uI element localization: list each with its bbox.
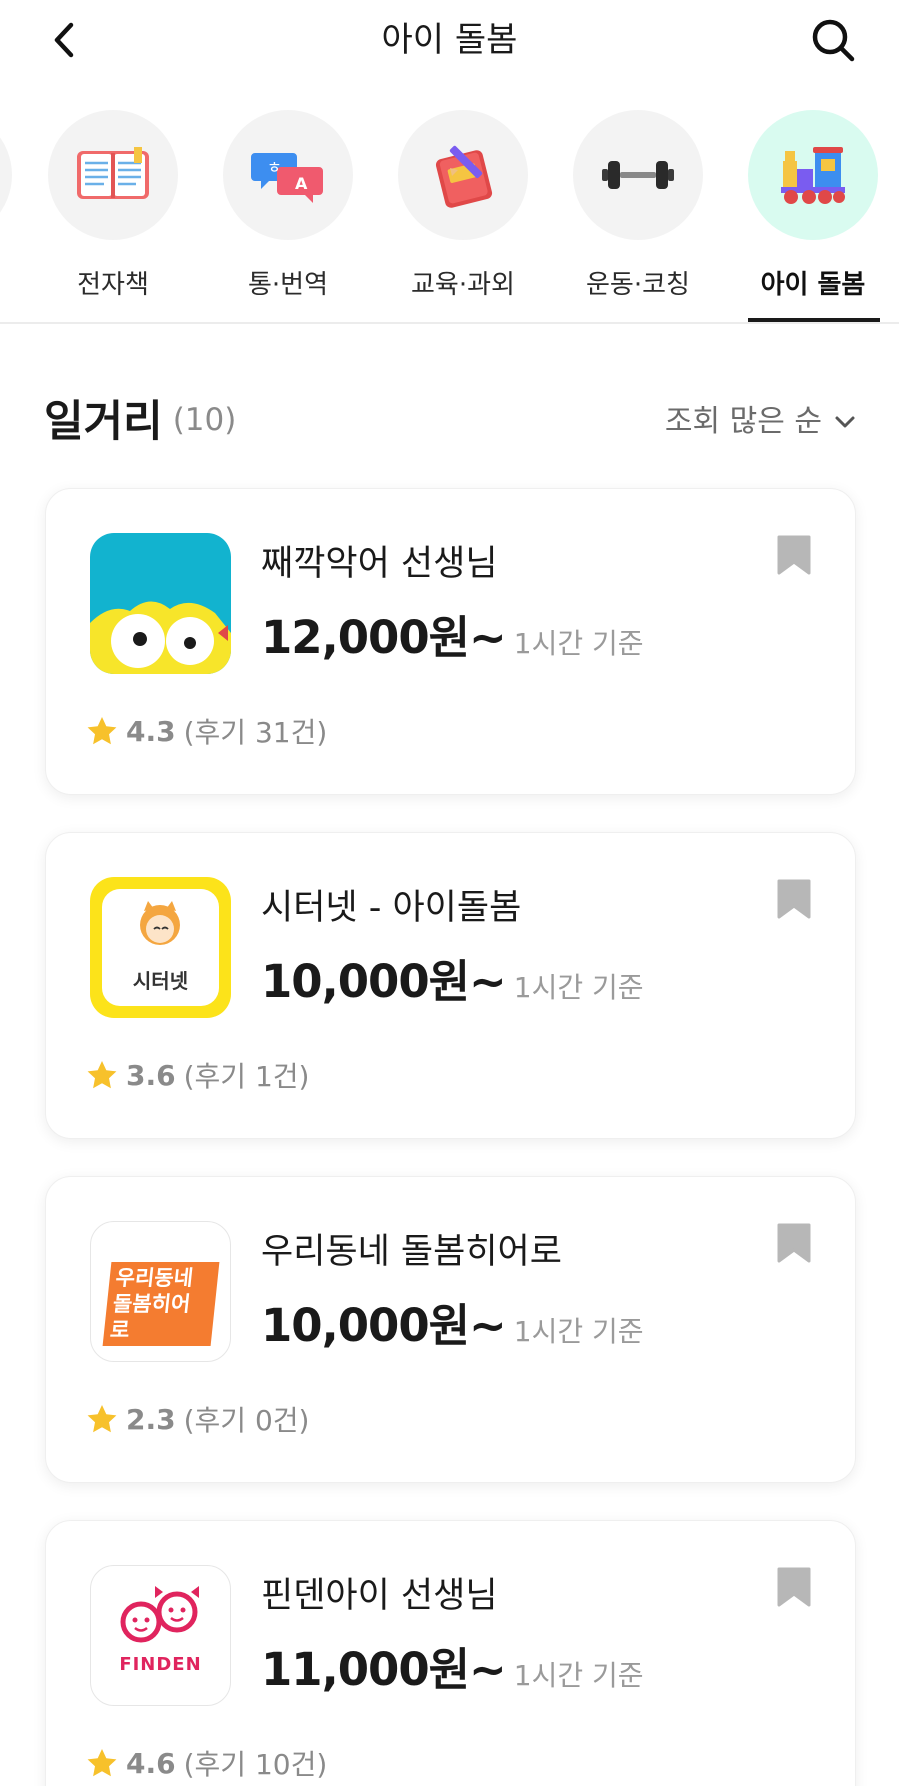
section-header: 일거리 (10) 조회 많은 순 (44, 394, 856, 450)
education-icon (435, 145, 493, 208)
rating-value: 4.3 (126, 714, 176, 748)
sort-label: 조회 많은 순 (664, 404, 822, 439)
review-count: (후기 31건) (183, 716, 328, 749)
bookmark-icon[interactable] (775, 533, 813, 577)
category-label: 아이 돌봄 (760, 270, 866, 300)
listing-logo: 시터넷 (90, 877, 231, 1018)
listing-price: 10,000원~ (261, 955, 507, 1008)
bookmark-icon[interactable] (775, 1565, 813, 1609)
book-icon (77, 147, 149, 199)
listing-logo: FINDEN (90, 1565, 231, 1706)
crocodile-logo (90, 533, 231, 674)
category-label: 전자책 (77, 270, 149, 300)
toy-train-icon (781, 147, 845, 204)
rating-value: 4.6 (126, 1746, 176, 1780)
section-count: (10) (172, 402, 237, 438)
listing-name: 째깍악어 선생님 (261, 544, 498, 584)
category-label: 통·번역 (247, 270, 329, 300)
review-count: (후기 0건) (183, 1404, 310, 1437)
star-icon (87, 1061, 117, 1089)
logo-text: 시터넷 (132, 969, 189, 993)
listing-logo: 우리동네 돌봄히어로 (90, 1221, 231, 1362)
category-item-translation[interactable]: ㅎ A 통·번역 (223, 110, 353, 322)
category-label: 교육·과외 (411, 270, 515, 300)
sort-dropdown[interactable]: 조회 많은 순 (665, 402, 856, 442)
logo-text: 우리동네 돌봄히어로 (102, 1262, 220, 1346)
listing-price: 11,000원~ (261, 1643, 507, 1696)
listing-card[interactable]: FINDEN 핀덴아이 선생님 11,000원~ 1시간 기준 4.6 (후기 1… (45, 1520, 856, 1786)
listing-card[interactable]: 우리동네 돌봄히어로 우리동네 돌봄히어로 10,000원~ 1시간 기준 2.3… (45, 1176, 856, 1483)
translate-icon: ㅎ A (251, 153, 323, 203)
chevron-down-icon (835, 416, 855, 428)
rating: 3.6 (후기 1건) (86, 1055, 309, 1095)
rating: 2.3 (후기 0건) (86, 1399, 309, 1439)
listing-price: 12,000원~ (261, 611, 507, 664)
section-title: 일거리 (44, 397, 163, 447)
category-item-offscreen[interactable] (0, 110, 12, 240)
listing-price-unit: 1시간 기준 (513, 627, 644, 660)
svg-text:A: A (295, 174, 308, 193)
listing-card[interactable]: 시터넷 시터넷 - 아이돌봄 10,000원~ 1시간 기준 3.6 (후기 1건… (45, 832, 856, 1139)
finden-logo (120, 1586, 199, 1643)
sitternet-logo (90, 877, 231, 1018)
dumbbell-icon (602, 161, 674, 189)
review-count: (후기 1건) (183, 1060, 310, 1093)
listing-card[interactable]: 째깍악어 선생님 12,000원~ 1시간 기준 4.3 (후기 31건) (45, 488, 856, 795)
category-item-ebook[interactable]: 전자책 (48, 110, 178, 322)
bookmark-icon[interactable] (775, 1221, 813, 1265)
bookmark-icon[interactable] (775, 877, 813, 921)
listing-logo (90, 533, 231, 674)
search-icon (812, 19, 855, 62)
search-button[interactable] (807, 14, 859, 66)
rating: 4.6 (후기 10건) (86, 1743, 327, 1783)
category-item-fitness[interactable]: 운동·코칭 (573, 110, 703, 322)
review-count: (후기 10건) (183, 1748, 328, 1781)
listing-price: 10,000원~ (261, 1299, 507, 1352)
listing-price-unit: 1시간 기준 (513, 971, 644, 1004)
category-label: 운동·코칭 (586, 270, 690, 300)
top-app-bar: 아이 돌봄 (0, 0, 899, 80)
listing-price-unit: 1시간 기준 (513, 1315, 644, 1348)
star-icon (87, 1749, 117, 1777)
rating: 4.3 (후기 31건) (86, 711, 327, 751)
star-icon (87, 1405, 117, 1433)
active-tab-indicator (748, 318, 880, 322)
listing-name: 시터넷 - 아이돌봄 (261, 888, 522, 928)
category-tabs[interactable]: 전자책 ㅎ A 통·번역 교육·과외 운동·코칭 아이 돌봄 (0, 100, 899, 324)
listing-name: 핀덴아이 선생님 (261, 1576, 498, 1616)
page-title: 아이 돌봄 (381, 20, 518, 60)
logo-text: FINDEN (119, 1654, 202, 1675)
svg-text:ㅎ: ㅎ (267, 158, 282, 177)
listing-price-unit: 1시간 기준 (513, 1659, 644, 1692)
star-icon (87, 717, 117, 745)
rating-value: 3.6 (126, 1058, 176, 1092)
rating-value: 2.3 (126, 1402, 176, 1436)
listing-name: 우리동네 돌봄히어로 (261, 1232, 562, 1272)
category-item-childcare[interactable]: 아이 돌봄 (748, 110, 878, 322)
category-item-education[interactable]: 교육·과외 (398, 110, 528, 322)
